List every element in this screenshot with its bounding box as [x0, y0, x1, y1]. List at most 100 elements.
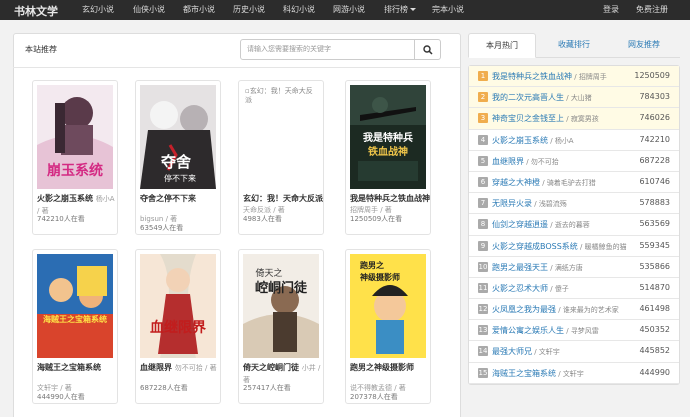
rank-count: 450352: [639, 325, 670, 335]
rank-author: / 骑着毛驴去打猎: [540, 178, 596, 187]
search-input[interactable]: [240, 39, 415, 60]
book-cover: 我是特种兵 铁血战神: [350, 85, 426, 189]
ranking-row[interactable]: 6 穿越之大神橙 / 骑着毛驴去打猎 610746: [469, 172, 679, 194]
rank-book-title: 火影之穿越成BOSS系统: [492, 241, 578, 251]
ranking-row[interactable]: 11 火影之忍术大师 / 傻子 514870: [469, 278, 679, 300]
rank-title[interactable]: 爱情公寓之娱乐人生 / 寻梦风雷: [492, 325, 599, 336]
rank-title[interactable]: 最强大师兄 / 文轩宇: [492, 346, 560, 357]
rank-count: 746026: [639, 113, 670, 123]
book-author: bigsun: [140, 215, 164, 223]
rank-author: / 满纸方唐: [548, 263, 583, 272]
book-card[interactable]: 跑男之 神级摄影师 跑男之神级摄影师 说不得教孟德 / 著 207378人在看: [345, 249, 431, 404]
login-link[interactable]: 登录: [603, 4, 619, 15]
book-card[interactable]: 崩玉系统 火影之崩玉系统 杨小A / 著 742210人在看: [32, 80, 118, 235]
cover-title-2a: 夺舍: [160, 153, 192, 171]
register-link[interactable]: 免费注册: [636, 4, 668, 15]
ranking-row[interactable]: 12 火凤凰之我为最强 / 谁来最为的艺术家 461498: [469, 299, 679, 321]
nav-lishi[interactable]: 历史小说: [233, 4, 265, 15]
rank-book-title: 我的二次元高晋人生: [492, 93, 564, 103]
book-title-text: 我是特种兵之铁血战神: [350, 194, 430, 203]
rank-title[interactable]: 仙剑之穿越逍遥 / 逝去的暮蓉: [492, 219, 590, 230]
rank-title[interactable]: 无限异火录 / 浅碧流殇: [492, 198, 567, 209]
rank-number: 10: [478, 261, 488, 272]
ranking-row[interactable]: 1 我是特种兵之铁血战神 / 招牌周手 1250509: [469, 66, 679, 88]
rank-book-title: 神奇宝贝之金钱至上: [492, 114, 564, 124]
book-reads: 257417人在看: [243, 384, 291, 392]
nav-xianxia[interactable]: 仙侠小说: [133, 4, 165, 15]
rank-title[interactable]: 我的二次元高晋人生 / 大山猪: [492, 92, 592, 103]
cover-title-8a: 跑男之: [360, 260, 384, 270]
ranking-row[interactable]: 5 血继限界 / 勿不可拾 687228: [469, 151, 679, 172]
rank-number: 7: [478, 198, 488, 209]
book-title: 海贼王之宝箱系统: [37, 362, 117, 384]
rank-author-name: 文轩宇: [562, 369, 584, 378]
book-author: 说不得教孟德: [350, 384, 392, 392]
ranking-row[interactable]: 4 火影之崩玉系统 / 杨小A 742210: [469, 130, 679, 151]
ranking-row[interactable]: 2 我的二次元高晋人生 / 大山猪 784303: [469, 87, 679, 109]
rank-title[interactable]: 火影之忍术大师 / 傻子: [492, 283, 569, 294]
rank-author: / 招牌周手: [572, 73, 607, 81]
nav-dushi[interactable]: 都市小说: [183, 4, 215, 15]
rank-title[interactable]: 神奇宝贝之金钱至上 / 寂寞男孩: [492, 113, 599, 124]
book-card[interactable]: ▫玄幻：我！天命大反派 玄幻：我！天命大反派 天命反派 / 著 4983人在看: [238, 80, 324, 235]
ranking-row[interactable]: 7 无限异火录 / 浅碧流殇 578883: [469, 193, 679, 215]
rank-author-name: 满纸方唐: [554, 263, 583, 272]
nav-ranking-dropdown[interactable]: 排行榜: [384, 4, 416, 15]
rank-count: 514870: [639, 282, 670, 292]
rank-book-title: 最强大师兄: [492, 347, 532, 357]
book-author-suffix: / 著: [378, 206, 392, 214]
ranking-row[interactable]: 8 仙剑之穿越逍遥 / 逝去的暮蓉 563569: [469, 214, 679, 236]
rank-title[interactable]: 跑男之最强天王 / 满纸方唐: [492, 262, 583, 273]
rank-count: 784303: [639, 92, 670, 102]
tab-monthly-hot[interactable]: 本月热门: [468, 33, 536, 58]
book-card[interactable]: 夺舍 停不下来 夺舍之停不下来 bigsun / 著 63549人在看: [135, 80, 221, 235]
nav-wangyou[interactable]: 网游小说: [333, 4, 365, 15]
cover-title-4b: 铁血战神: [368, 145, 408, 158]
ranking-row[interactable]: 15 海贼王之宝箱系统 / 文轩宇 444990: [469, 363, 679, 384]
nav-kehuan[interactable]: 科幻小说: [283, 4, 315, 15]
rank-author: / 谁来最为的艺术家: [556, 306, 619, 315]
rank-count: 461498: [639, 304, 670, 314]
broken-image-alt: ▫玄幻：我！天命大反派: [245, 87, 313, 104]
book-card[interactable]: 海贼王之宝箱系统 海贼王之宝箱系统 文轩宇 / 著 444990人在看: [32, 249, 118, 404]
book-cover: ▫玄幻：我！天命大反派: [243, 85, 319, 189]
book-meta: 文轩宇 / 著 444990人在看: [37, 384, 117, 402]
search-button[interactable]: [414, 39, 441, 60]
rank-author-name: 勿不可拾: [530, 157, 559, 166]
tab-recommended[interactable]: 网友推荐: [610, 33, 678, 58]
ranking-row[interactable]: 13 爱情公寓之娱乐人生 / 寻梦风雷 450352: [469, 320, 679, 342]
book-title: 倚天之崆峒门徒 小井 / 著: [243, 362, 323, 384]
caret-down-icon: [410, 8, 416, 11]
book-reads: 207378人在看: [350, 393, 398, 401]
rank-author: / 杨小A: [548, 136, 574, 145]
book-card[interactable]: 倚天之 崆峒门徒 倚天之崆峒门徒 小井 / 著 257417人在看: [238, 249, 324, 404]
rank-count: 1250509: [634, 71, 670, 80]
cover-title-2b: 停不下来: [164, 173, 196, 183]
cover-title-6: 血继限界: [150, 319, 207, 336]
rank-title[interactable]: 海贼王之宝箱系统 / 文轩宇: [492, 368, 584, 379]
rank-count: 687228: [639, 155, 670, 165]
book-card[interactable]: 我是特种兵 铁血战神 我是特种兵之铁血战神 招牌周手 / 著 1250509人在…: [345, 80, 431, 235]
book-card[interactable]: 血继限界 血继限界 勿不可拾 / 著 687228人在看: [135, 249, 221, 404]
tab-favorites[interactable]: 收藏排行: [540, 33, 608, 58]
ranking-row[interactable]: 3 神奇宝贝之金钱至上 / 寂寞男孩 746026: [469, 108, 679, 130]
rank-title[interactable]: 火影之穿越成BOSS系统 / 暖橘鲸鱼的猫: [492, 241, 627, 252]
rank-title[interactable]: 穿越之大神橙 / 骑着毛驴去打猎: [492, 177, 596, 188]
ranking-row[interactable]: 14 最强大师兄 / 文轩宇 445852: [469, 341, 679, 363]
rank-author-name: 寂寞男孩: [570, 115, 599, 124]
rank-title[interactable]: 火凤凰之我为最强 / 谁来最为的艺术家: [492, 304, 619, 315]
book-author: 杨小A: [95, 195, 115, 203]
rank-title[interactable]: 血继限界 / 勿不可拾: [492, 156, 559, 167]
ranking-row[interactable]: 9 火影之穿越成BOSS系统 / 暖橘鲸鱼的猫 559345: [469, 236, 679, 257]
rank-title[interactable]: 我是特种兵之铁血战神 / 招牌周手: [492, 71, 607, 82]
ranking-row[interactable]: 10 跑男之最强天王 / 满纸方唐 535866: [469, 257, 679, 278]
book-title: 火影之崩玉系统 杨小A / 著: [37, 193, 117, 215]
panel-divider: [13, 67, 460, 68]
book-author: 文轩宇: [37, 384, 58, 392]
site-logo[interactable]: 书林文学: [14, 3, 58, 19]
rank-title[interactable]: 火影之崩玉系统 / 杨小A: [492, 135, 574, 146]
nav-wanben[interactable]: 完本小说: [432, 4, 464, 15]
cover-title-4a: 我是特种兵: [363, 131, 413, 144]
nav-xuanhuan[interactable]: 玄幻小说: [82, 4, 114, 15]
rank-author: / 文轩宇: [532, 348, 560, 357]
